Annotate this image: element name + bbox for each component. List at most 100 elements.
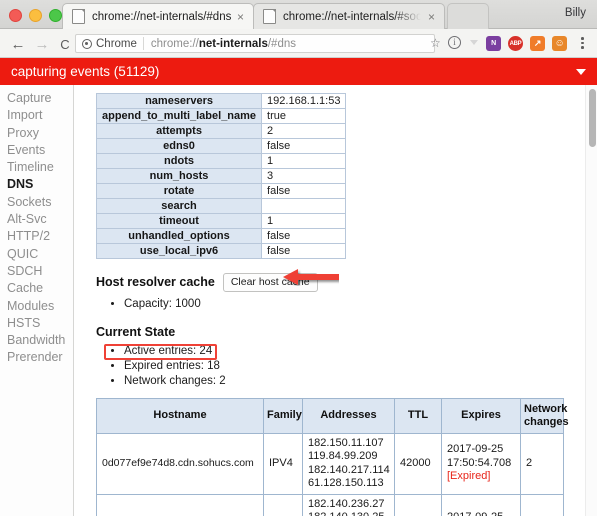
sidebar-item-http2[interactable]: HTTP/2 — [0, 228, 73, 245]
column-header-network-changes[interactable]: Network changes — [520, 397, 569, 434]
config-value: false — [261, 183, 347, 199]
onenote-extension-icon[interactable]: N — [486, 36, 501, 51]
config-key: nameservers — [95, 93, 263, 109]
config-value — [261, 198, 347, 214]
sidebar-item-proxy[interactable]: Proxy — [0, 125, 73, 142]
column-header-ttl[interactable]: TTL — [394, 397, 442, 434]
new-tab-button[interactable] — [447, 3, 489, 29]
expired-badge: [Expired] — [447, 470, 491, 483]
bookmark-star-icon[interactable]: ☆ — [430, 37, 441, 49]
cell-expires: 2017-09-25 17:51:23.872 — [441, 493, 521, 516]
table-row: 0d077ef9e74d8.cdn.sohucs.com IPV4 182.15… — [96, 432, 564, 495]
config-key: edns0 — [95, 138, 263, 154]
table-row: edns0 false — [95, 138, 347, 154]
config-value: 1 — [261, 153, 347, 169]
page-icon — [72, 9, 85, 24]
table-row: ndots 1 — [95, 153, 347, 169]
sidebar-item-modules[interactable]: Modules — [0, 298, 73, 315]
config-key: timeout — [95, 213, 263, 229]
table-row: timeout 1 — [95, 213, 347, 229]
close-window-button[interactable] — [9, 9, 22, 22]
address-line: 182.140.130.25 — [308, 511, 389, 516]
profile-name[interactable]: Billy — [565, 7, 586, 19]
scheme-label: Chrome — [96, 37, 137, 50]
config-key: use_local_ipv6 — [95, 243, 263, 259]
chevron-down-icon — [470, 40, 478, 45]
expired-entries-item: Expired entries: 18 — [124, 359, 585, 374]
host-resolver-cache-heading: Host resolver cache Clear host cache — [96, 273, 585, 292]
column-header-expires[interactable]: Expires — [441, 397, 521, 434]
expires-date: 2017-09-25 — [447, 443, 504, 456]
config-key: num_hosts — [95, 168, 263, 184]
tab-title: chrome://net-internals/#dns — [92, 10, 232, 23]
reload-icon[interactable]: C — [56, 35, 74, 53]
adblock-plus-extension-icon[interactable]: ABP — [508, 36, 523, 51]
host-resolver-cache-label: Host resolver cache — [96, 275, 215, 290]
address-line: 61.128.150.113 — [308, 477, 384, 490]
cell-addresses: 182.140.236.27 182.140.130.25 61.188.191… — [302, 493, 395, 516]
vertical-scrollbar[interactable] — [585, 85, 597, 516]
table-row: rotate false — [95, 183, 347, 199]
tab-close-icon[interactable]: × — [234, 11, 247, 23]
capturing-events-label: capturing events (51129) — [11, 64, 160, 79]
page-icon — [263, 9, 276, 24]
url-host: net-internals — [198, 37, 268, 50]
config-value: false — [261, 243, 347, 259]
sidebar-item-cache[interactable]: Cache — [0, 280, 73, 297]
capturing-events-banner[interactable]: capturing events (51129) — [0, 58, 597, 85]
cell-ttl: 42000 — [394, 432, 442, 495]
minimize-window-button[interactable] — [29, 9, 42, 22]
zoom-window-button[interactable] — [49, 9, 62, 22]
address-line: 119.84.99.209 — [308, 450, 378, 463]
smiley-extension-icon[interactable]: ☺ — [552, 36, 567, 51]
analytics-extension-icon[interactable]: ↗ — [530, 36, 545, 51]
column-header-family[interactable]: Family — [263, 397, 303, 434]
tab-sockets[interactable]: chrome://net-internals/#sockets × — [253, 3, 445, 29]
cell-ttl: 38000 — [394, 493, 442, 516]
sidebar-item-prerender[interactable]: Prerender — [0, 349, 73, 366]
tab-title: chrome://net-internals/#sockets — [283, 10, 425, 23]
site-info-icon[interactable] — [82, 38, 92, 49]
current-state-heading: Current State — [96, 324, 176, 339]
config-value: 3 — [261, 168, 347, 184]
sidebar-item-bandwidth[interactable]: Bandwidth — [0, 332, 73, 349]
scrollbar-thumb[interactable] — [588, 89, 596, 147]
cell-addresses: 182.150.11.107 119.84.99.209 182.140.217… — [302, 432, 395, 495]
window-controls — [9, 9, 62, 22]
cell-family: IPV4 — [263, 493, 303, 516]
config-value: 1 — [261, 213, 347, 229]
sidebar-item-hsts[interactable]: HSTS — [0, 315, 73, 332]
table-row: nameservers 192.168.1.1:53 — [95, 93, 347, 109]
sidebar-item-events[interactable]: Events — [0, 142, 73, 159]
sidebar-item-dns[interactable]: DNS — [0, 176, 73, 193]
sidebar-item-import[interactable]: Import — [0, 107, 73, 124]
active-entries-item: Active entries: 24 — [124, 344, 585, 359]
sidebar-item-sockets[interactable]: Sockets — [0, 194, 73, 211]
config-value: 2 — [261, 123, 347, 139]
forward-icon[interactable]: → — [33, 35, 51, 53]
config-key: ndots — [95, 153, 263, 169]
table-row: num_hosts 3 — [95, 168, 347, 184]
sidebar-item-capture[interactable]: Capture — [0, 90, 73, 107]
sidebar-item-quic[interactable]: QUIC — [0, 246, 73, 263]
chrome-menu-icon[interactable] — [581, 37, 584, 49]
column-header-addresses[interactable]: Addresses — [302, 397, 395, 434]
address-line: 182.140.236.27 — [308, 497, 385, 510]
back-icon[interactable]: ← — [9, 35, 27, 53]
tab-close-icon[interactable]: × — [425, 11, 438, 23]
address-bar[interactable]: Chrome chrome://net-internals/#dns — [75, 34, 435, 53]
address-line: 182.140.217.114 — [308, 463, 390, 476]
current-state-details: Active entries: 24 Expired entries: 18 N… — [96, 344, 585, 389]
url-prefix: chrome:// — [150, 37, 199, 50]
dns-panel: nameservers 192.168.1.1:53 append_to_mul… — [75, 85, 585, 516]
chevron-down-icon[interactable] — [576, 68, 586, 75]
config-value: false — [261, 228, 347, 244]
tab-dns[interactable]: chrome://net-internals/#dns × — [62, 3, 254, 29]
net-internals-sidebar: Capture Import Proxy Events Timeline DNS… — [0, 85, 74, 516]
sidebar-item-alt-svc[interactable]: Alt-Svc — [0, 211, 73, 228]
sidebar-item-timeline[interactable]: Timeline — [0, 159, 73, 176]
column-header-hostname[interactable]: Hostname — [96, 397, 264, 434]
sidebar-item-sdch[interactable]: SDCH — [0, 263, 73, 280]
dns-config-table: nameservers 192.168.1.1:53 append_to_mul… — [95, 93, 347, 259]
info-icon[interactable]: i — [448, 36, 461, 49]
